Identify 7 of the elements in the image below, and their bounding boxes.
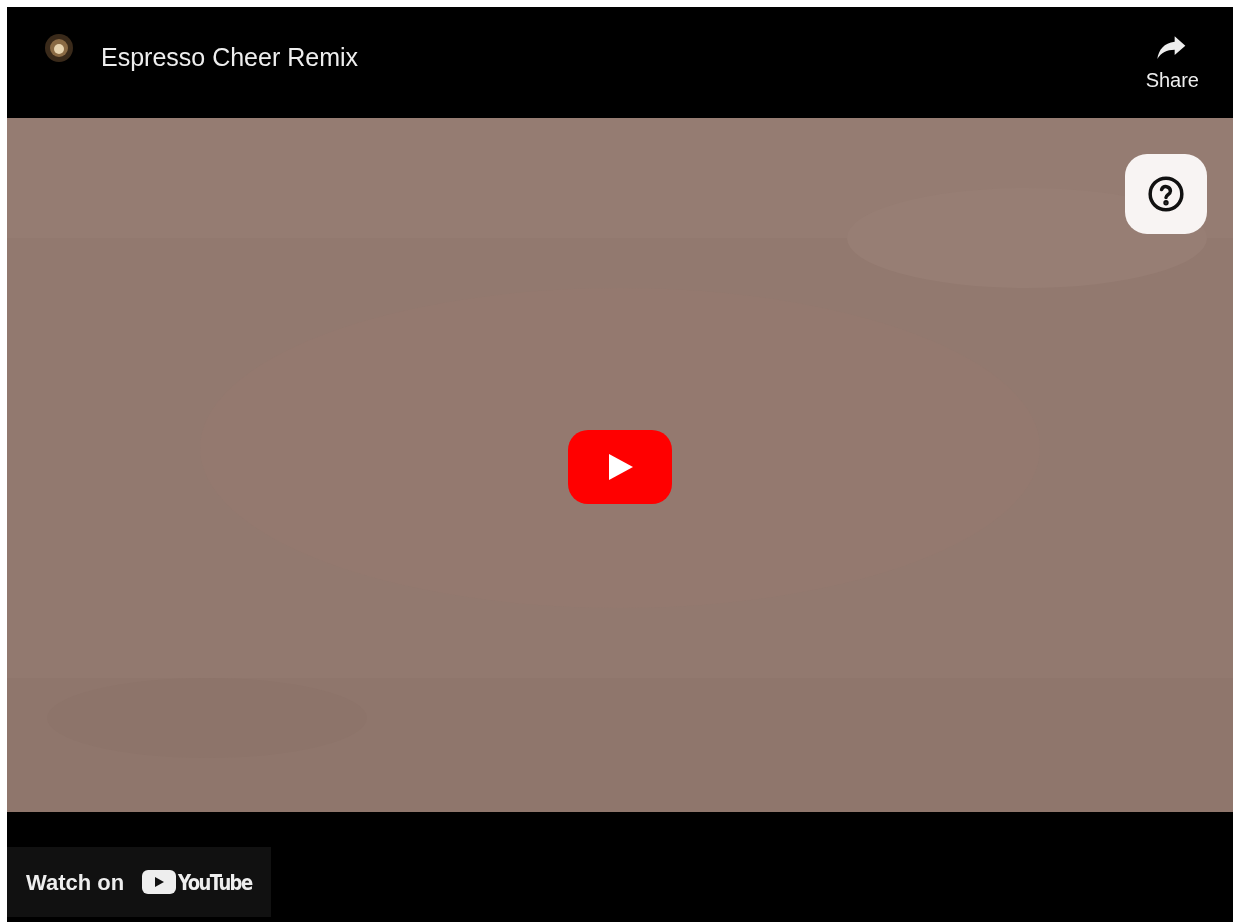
help-icon: [1147, 175, 1185, 213]
watch-on-youtube-link[interactable]: Watch on YouTube: [7, 847, 271, 917]
help-button[interactable]: [1125, 154, 1207, 234]
youtube-play-icon: [142, 870, 177, 894]
video-title[interactable]: Espresso Cheer Remix: [101, 38, 359, 77]
share-button[interactable]: Share: [1145, 32, 1199, 95]
play-button[interactable]: [568, 430, 672, 504]
